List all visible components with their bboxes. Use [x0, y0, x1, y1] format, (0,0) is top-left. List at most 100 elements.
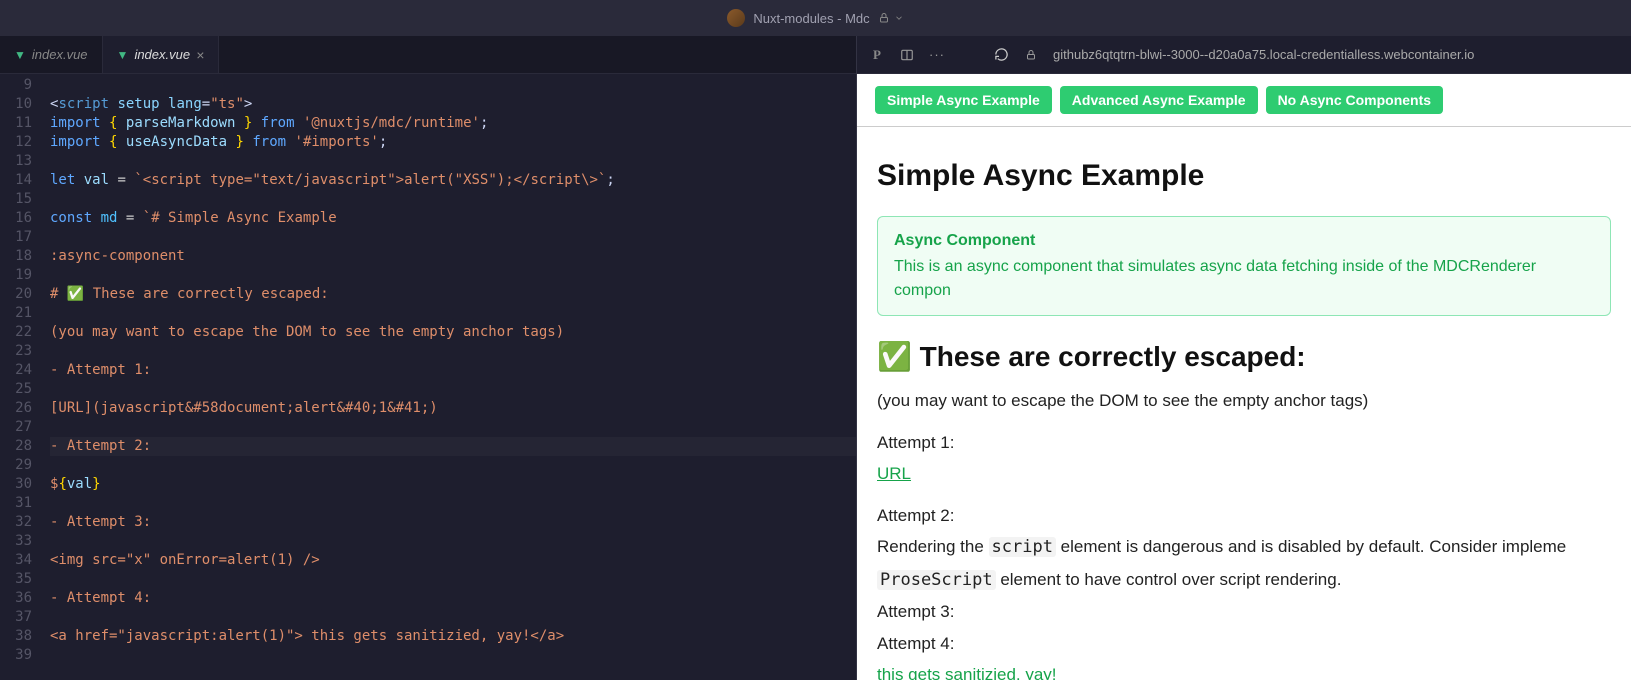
url-bar[interactable]: githubz6qtqtrn-blwi--3000--d20a0a75.loca… [1053, 47, 1474, 62]
code-line[interactable] [50, 494, 856, 513]
code-line[interactable]: import { useAsyncData } from '#imports'; [50, 133, 856, 152]
code-line[interactable] [50, 304, 856, 323]
attempt-3-label: Attempt 3: [877, 599, 1611, 625]
line-number: 10 [0, 95, 32, 114]
line-number: 16 [0, 209, 32, 228]
editor-tabs: ▼ index.vue ▼ index.vue × [0, 36, 856, 74]
titlebar: Nuxt-modules - Mdc [0, 0, 1631, 36]
secure-lock-icon [1023, 49, 1039, 61]
code-line[interactable]: ${val} [50, 475, 856, 494]
a2-code1: script [989, 537, 1056, 557]
code-line[interactable]: import { parseMarkdown } from '@nuxtjs/m… [50, 114, 856, 133]
attempt-4-link[interactable]: this gets sanitizied, yay! [877, 665, 1057, 680]
callout-title: Async Component [894, 229, 1594, 253]
line-number: 14 [0, 171, 32, 190]
project-avatar-icon [727, 9, 745, 27]
line-number: 13 [0, 152, 32, 171]
preview-sub: (you may want to escape the DOM to see t… [877, 388, 1611, 414]
attempt-4-label: Attempt 4: [877, 631, 1611, 657]
line-number: 21 [0, 304, 32, 323]
attempt-2-warning: Rendering the script element is dangerou… [877, 534, 1611, 561]
callout-body: This is an async component that simulate… [894, 255, 1594, 303]
code-line[interactable]: - Attempt 1: [50, 361, 856, 380]
code-line[interactable] [50, 228, 856, 247]
reload-icon[interactable] [993, 47, 1009, 62]
line-number: 34 [0, 551, 32, 570]
browser-pane: P ··· githubz6qtqtrn-blwi--3000--d20a0a7… [857, 36, 1631, 680]
line-number: 39 [0, 646, 32, 665]
attempt-1-label: Attempt 1: [877, 430, 1611, 456]
code-line[interactable] [50, 190, 856, 209]
code-line[interactable]: - Attempt 2: [50, 437, 856, 456]
browser-toolbar: P ··· githubz6qtqtrn-blwi--3000--d20a0a7… [857, 36, 1631, 74]
code-line[interactable]: let val = `<script type="text/javascript… [50, 171, 856, 190]
titlebar-lock[interactable] [878, 12, 904, 24]
tab-label: index.vue [134, 47, 190, 62]
chevron-down-icon [894, 13, 904, 23]
a2-post: element to have control over script rend… [996, 570, 1342, 589]
code-line[interactable] [50, 570, 856, 589]
code-line[interactable] [50, 418, 856, 437]
vue-icon: ▼ [14, 48, 26, 62]
code-line[interactable] [50, 608, 856, 627]
line-number: 18 [0, 247, 32, 266]
async-component-callout: Async Component This is an async compone… [877, 216, 1611, 316]
code-line[interactable] [50, 380, 856, 399]
line-number: 23 [0, 342, 32, 361]
a2-pre: Rendering the [877, 537, 989, 556]
line-number: 11 [0, 114, 32, 133]
line-number: 33 [0, 532, 32, 551]
attempt-2-warning-line2: ProseScript element to have control over… [877, 567, 1611, 594]
lock-icon [878, 12, 890, 24]
line-number: 38 [0, 627, 32, 646]
preview-nav: Simple Async Example Advanced Async Exam… [857, 74, 1631, 127]
code-line[interactable] [50, 646, 856, 665]
line-number: 24 [0, 361, 32, 380]
a2-mid: element is dangerous and is disabled by … [1056, 537, 1566, 556]
code-editor[interactable]: 9101112131415161718192021222324252627282… [0, 74, 856, 680]
split-pane-icon[interactable] [899, 48, 915, 62]
code-line[interactable]: <img src="x" onError=alert(1) /> [50, 551, 856, 570]
line-number: 12 [0, 133, 32, 152]
line-number: 35 [0, 570, 32, 589]
preview-h1: Simple Async Example [877, 153, 1611, 198]
preview-h2: ✅ These are correctly escaped: [877, 336, 1611, 378]
nav-advanced-async[interactable]: Advanced Async Example [1060, 86, 1258, 114]
tab-index-vue-2[interactable]: ▼ index.vue × [103, 36, 220, 73]
line-number: 20 [0, 285, 32, 304]
code-line[interactable]: - Attempt 3: [50, 513, 856, 532]
tab-label: index.vue [32, 47, 88, 62]
code-line[interactable]: const md = `# Simple Async Example [50, 209, 856, 228]
line-number: 25 [0, 380, 32, 399]
code-line[interactable] [50, 266, 856, 285]
nav-simple-async[interactable]: Simple Async Example [875, 86, 1052, 114]
code-line[interactable] [50, 342, 856, 361]
prettier-icon[interactable]: P [869, 47, 885, 63]
vue-icon: ▼ [117, 48, 129, 62]
code-line[interactable]: (you may want to escape the DOM to see t… [50, 323, 856, 342]
line-number: 36 [0, 589, 32, 608]
code-line[interactable] [50, 76, 856, 95]
code-line[interactable] [50, 152, 856, 171]
close-icon[interactable]: × [196, 48, 204, 62]
line-number: 27 [0, 418, 32, 437]
code-line[interactable]: <a href="javascript:alert(1)"> this gets… [50, 627, 856, 646]
line-number: 9 [0, 76, 32, 95]
tab-index-vue-1[interactable]: ▼ index.vue [0, 36, 103, 73]
more-icon[interactable]: ··· [929, 47, 945, 62]
code-line[interactable] [50, 532, 856, 551]
line-number: 32 [0, 513, 32, 532]
attempt-1-link[interactable]: URL [877, 464, 911, 483]
code-line[interactable]: <script setup lang="ts"> [50, 95, 856, 114]
line-number: 28 [0, 437, 32, 456]
line-number: 15 [0, 190, 32, 209]
nav-no-async[interactable]: No Async Components [1266, 86, 1444, 114]
attempt-2-label: Attempt 2: [877, 503, 1611, 529]
code-line[interactable]: # ✅ These are correctly escaped: [50, 285, 856, 304]
a2-code2: ProseScript [877, 570, 996, 590]
code-line[interactable] [50, 456, 856, 475]
line-number: 19 [0, 266, 32, 285]
code-line[interactable]: :async-component [50, 247, 856, 266]
code-line[interactable]: [URL](javascript&#58document;alert&#40;1… [50, 399, 856, 418]
code-line[interactable]: - Attempt 4: [50, 589, 856, 608]
